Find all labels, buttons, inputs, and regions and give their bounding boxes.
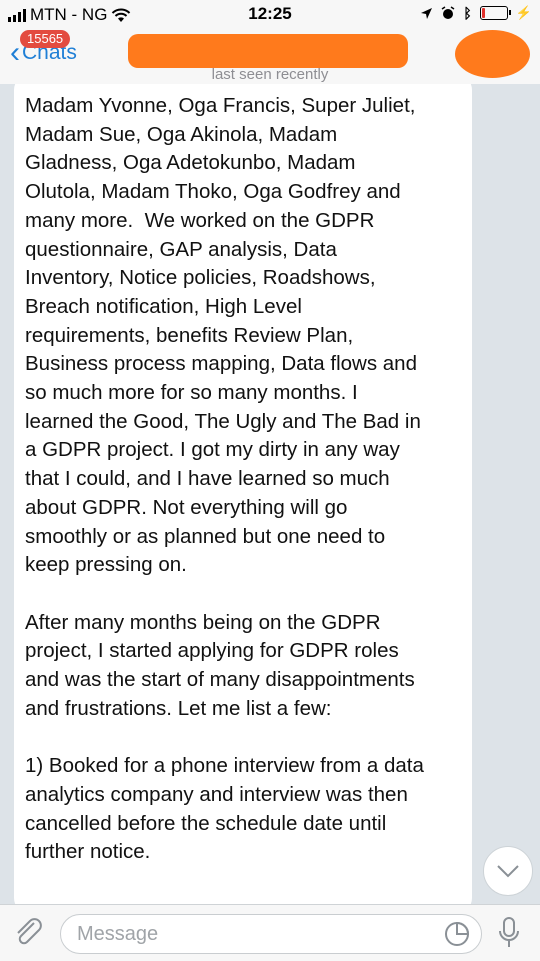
- chat-header: ‹ Chats 15565 last seen recently: [0, 28, 540, 85]
- last-seen-status: last seen recently: [211, 66, 329, 83]
- redacted-chat-title[interactable]: [128, 34, 408, 68]
- message-input-bar: [0, 904, 540, 961]
- message-field[interactable]: [60, 914, 482, 954]
- scroll-down-button[interactable]: [483, 846, 533, 896]
- unread-count-badge: 15565: [20, 30, 71, 48]
- battery-icon: [479, 6, 511, 20]
- location-arrow-icon: [421, 7, 433, 19]
- attach-button[interactable]: [14, 917, 44, 954]
- redacted-avatar[interactable]: [455, 30, 530, 78]
- sticker-icon: [445, 921, 470, 946]
- sticker-button[interactable]: [443, 920, 471, 953]
- voice-record-button[interactable]: [496, 916, 522, 955]
- alarm-icon: [441, 6, 455, 19]
- chevron-down-icon: [497, 865, 519, 878]
- bluetooth-icon: ᛒ: [463, 5, 472, 21]
- message-text: Madam Yvonne, Oga Francis, Super Juliet,…: [25, 94, 424, 864]
- microphone-icon: [499, 917, 519, 947]
- paperclip-icon: [17, 918, 42, 945]
- status-bar: MTN - NG 12:25 ᛒ ⚡: [0, 0, 540, 28]
- chevron-left-icon: ‹: [10, 36, 20, 69]
- status-icons: ᛒ ⚡: [420, 5, 532, 21]
- charging-icon: ⚡: [515, 5, 532, 20]
- message-input[interactable]: [75, 919, 439, 949]
